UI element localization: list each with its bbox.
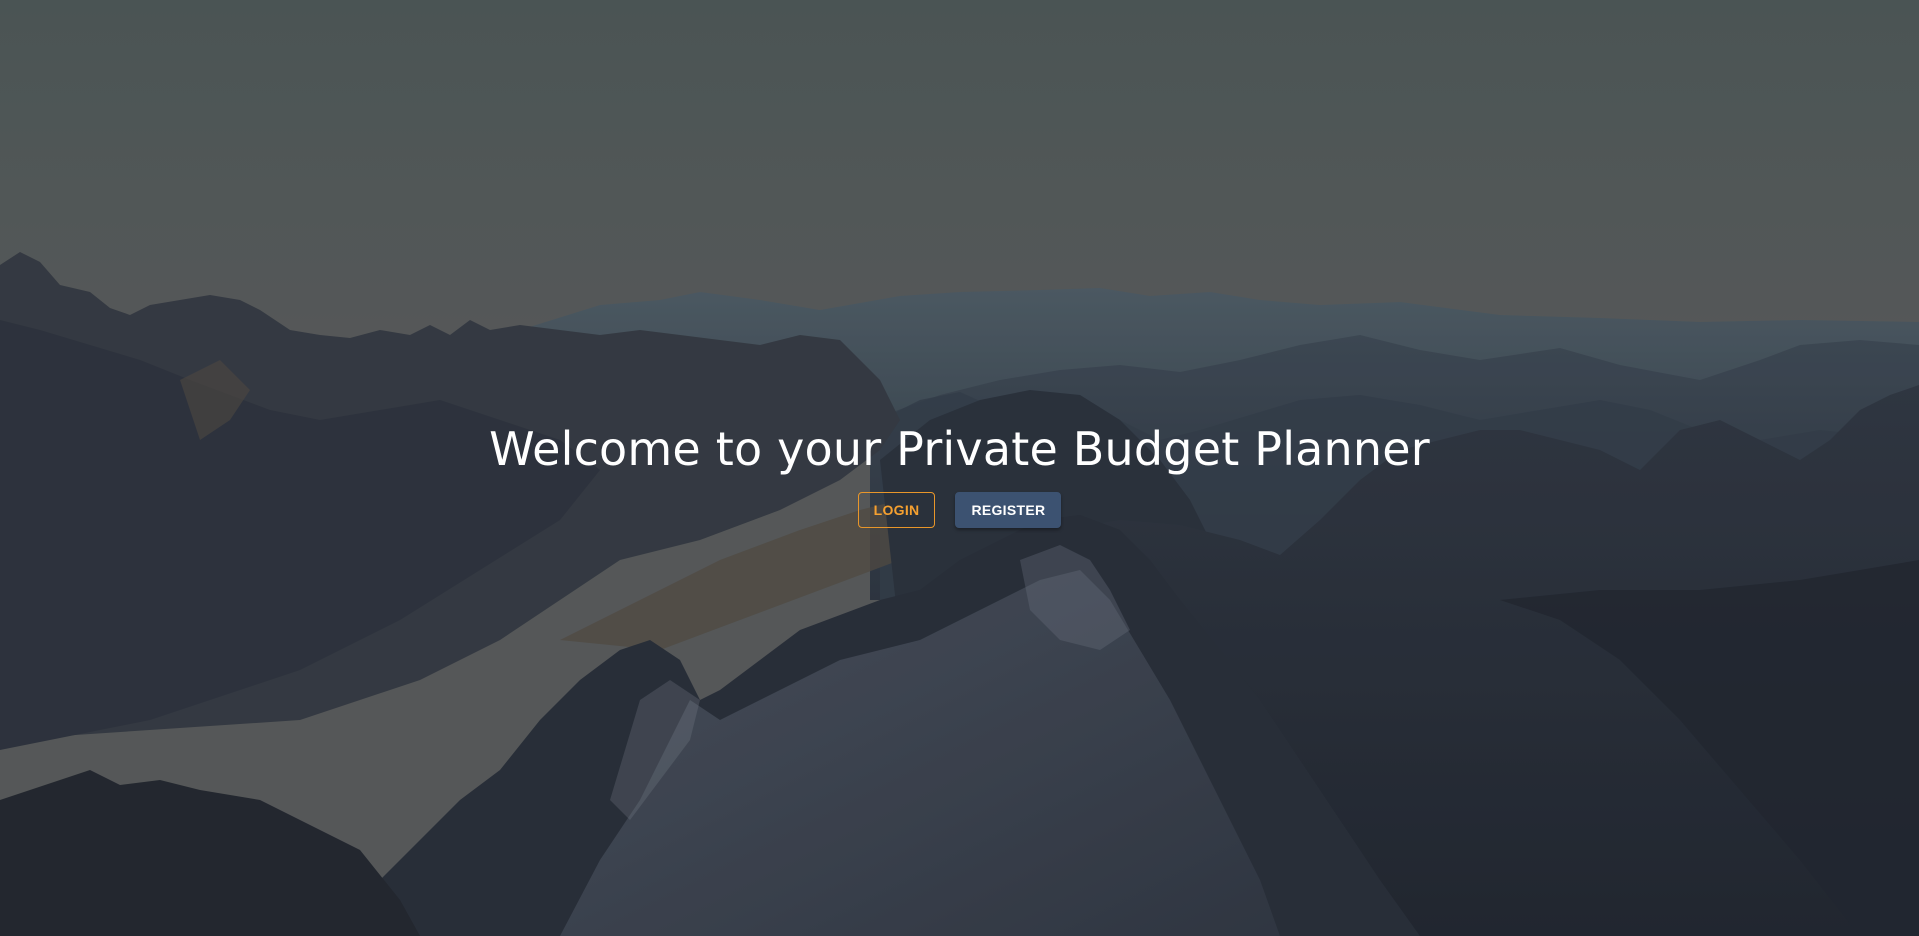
auth-actions: LOGIN REGISTER	[0, 492, 1919, 528]
hero-content: Welcome to your Private Budget Planner L…	[0, 418, 1919, 528]
register-button[interactable]: REGISTER	[955, 492, 1062, 528]
page-title: Welcome to your Private Budget Planner	[489, 422, 1430, 476]
login-button[interactable]: LOGIN	[857, 492, 936, 528]
landing-hero: Welcome to your Private Budget Planner L…	[0, 0, 1919, 936]
